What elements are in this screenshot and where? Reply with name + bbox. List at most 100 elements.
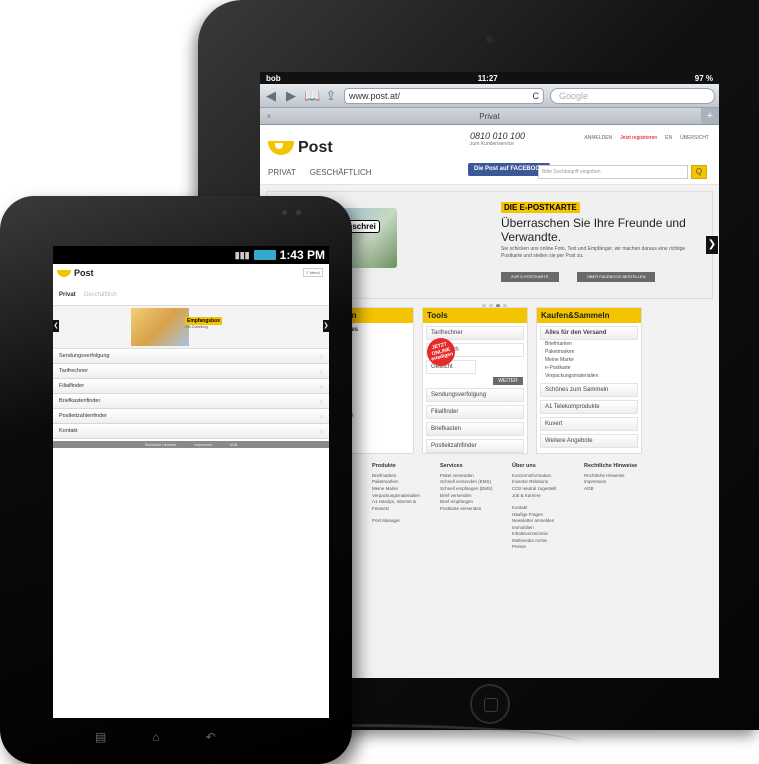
- posthorn-icon: [57, 269, 71, 277]
- url-text: www.post.at/: [349, 90, 401, 101]
- list-item[interactable]: Sendungsverfolgung ⟩⟩: [53, 349, 329, 364]
- menu-key-icon[interactable]: ▤: [95, 730, 106, 744]
- bookmarks-icon[interactable]: 📖: [304, 89, 320, 102]
- ipad-camera: [486, 36, 493, 43]
- content-columns: Empfangen Online Services Nachsenden Pos…: [308, 307, 642, 454]
- tab-close-icon[interactable]: ×: [260, 112, 278, 121]
- overview-link[interactable]: ÜBERSICHT: [680, 135, 709, 141]
- phone-sub: zum Kundenservice: [470, 141, 514, 147]
- banner-image: [131, 308, 189, 346]
- list-item-label: Briefkastenfinder: [59, 398, 101, 404]
- carousel-next-icon[interactable]: ❯: [706, 236, 718, 254]
- android-clock: 1:43 PM: [279, 248, 325, 262]
- link-verpackung[interactable]: Verpackungsmaterialien: [537, 372, 641, 380]
- footer-recht-link[interactable]: Rechtliche Hinweise: [145, 443, 177, 447]
- tab-privat[interactable]: Privat: [278, 112, 701, 121]
- register-link[interactable]: Jetzt registrieren: [620, 135, 657, 141]
- list-item[interactable]: Tarifrechner ⟩⟩: [53, 364, 329, 379]
- tool-briefkasten[interactable]: Briefkasten: [426, 422, 524, 436]
- hero-text: Sie schicken uns online Foto, Text und E…: [501, 246, 686, 259]
- site-search: Bitte Suchbegriff eingeben Q: [538, 165, 707, 179]
- safari-tab-bar: × Privat +: [260, 108, 719, 125]
- tool-filialfinder[interactable]: Filialfinder: [426, 405, 524, 419]
- banner-next-icon[interactable]: ❯: [323, 320, 329, 332]
- footer-services-title: Services: [440, 463, 463, 469]
- footer-link[interactable]: AGB: [584, 486, 637, 493]
- footer-agb-link[interactable]: AGB: [230, 443, 237, 447]
- list-item[interactable]: Kontakt ⟩⟩: [53, 424, 329, 439]
- link-meine-marke[interactable]: Meine Marke: [537, 356, 641, 364]
- chevron-icon: ⟩⟩: [319, 398, 323, 404]
- footer-link[interactable]: Schnell empfangen (EMS): [440, 486, 493, 493]
- footer-produkte-title: Produkte: [372, 463, 396, 469]
- versand-heading[interactable]: Alles für den Versand: [540, 326, 638, 340]
- footer-recht-title: Rechtliche Hinweise: [584, 463, 638, 469]
- menu-button[interactable]: ≡ Menü: [303, 268, 323, 277]
- footer-link[interactable]: A1 Handys, Internet & Festnetz: [372, 499, 420, 512]
- hero-tag: DIE E-POSTKARTE: [501, 202, 580, 213]
- footer-ueber-title: Über uns: [512, 463, 536, 469]
- search-icon[interactable]: Q: [691, 165, 707, 179]
- mobile-logo-text: Post: [74, 268, 94, 278]
- link-epostkarte[interactable]: e-Postkarte: [537, 364, 641, 372]
- mobile-tab-geschaeftlich[interactable]: Geschäftlich: [84, 292, 117, 305]
- tool-sendungsverfolgung[interactable]: Sendungsverfolgung: [426, 388, 524, 402]
- list-item[interactable]: Briefkastenfinder ⟩⟩: [53, 394, 329, 409]
- weiter-button[interactable]: WEITER: [493, 377, 523, 385]
- url-field[interactable]: www.post.at/ C: [344, 87, 544, 104]
- clock: 11:27: [477, 73, 498, 83]
- kaufen-weitere[interactable]: Weitere Angebote: [540, 434, 638, 448]
- top-links: ANMELDEN Jetzt registrieren EN ÜBERSICHT: [584, 135, 709, 141]
- footer-link[interactable]: Newsletter anmelden: [512, 518, 557, 525]
- ipad-home-button[interactable]: [470, 684, 510, 724]
- link-briefmarken[interactable]: Briefmarken: [537, 340, 641, 348]
- forward-icon[interactable]: ▶: [284, 89, 298, 102]
- back-key-icon[interactable]: ↶: [206, 730, 216, 744]
- kaufen-a1[interactable]: A1 Telekomprodukte: [540, 400, 638, 414]
- footer-col-services: Services Paket versenden Schnell versend…: [440, 463, 493, 512]
- mobile-tab-privat[interactable]: Privat: [59, 292, 76, 305]
- col-tools: Tools Tarifrechner Österreich Gewicht WE…: [422, 307, 528, 454]
- link-paketmarken[interactable]: Paketmarken: [537, 348, 641, 356]
- col-kaufen: Kaufen&Sammeln Alles für den Versand Bri…: [536, 307, 642, 454]
- footer-link[interactable]: Postkarte versenden: [440, 506, 493, 513]
- footer-impressum-link[interactable]: Impressum: [194, 443, 211, 447]
- tablet-camera: [282, 210, 287, 215]
- list-item-label: Tarifrechner: [59, 368, 89, 374]
- chevron-icon: ⟩⟩: [319, 383, 323, 389]
- android-status-bar: ▮▮▮ 1:43 PM: [53, 246, 329, 264]
- mobile-footer: Rechtliche Hinweise Impressum AGB: [53, 441, 329, 448]
- list-item-label: Postleitzahlenfinder: [59, 413, 108, 419]
- android-nav-buttons: ▤ ⌂ ↶: [95, 730, 216, 744]
- footer-link[interactable]: CO2 neutral zugestellt: [512, 486, 557, 493]
- service-phone: 0810 010 100 zum Kundenservice: [470, 131, 525, 147]
- chevron-icon: ⟩⟩: [319, 413, 323, 419]
- reload-icon[interactable]: C: [533, 91, 540, 101]
- back-icon[interactable]: ◀: [264, 89, 278, 102]
- list-item[interactable]: Postleitzahlenfinder ⟩⟩: [53, 409, 329, 424]
- post-logo[interactable]: Post: [268, 139, 333, 157]
- kaufen-kuvert[interactable]: Kuvert: [540, 417, 638, 431]
- footer-link[interactable]: Post Manager: [372, 518, 420, 525]
- share-icon[interactable]: ⇪: [324, 89, 338, 102]
- mobile-post-logo[interactable]: Post: [57, 268, 94, 278]
- banner-prev-icon[interactable]: ❮: [53, 320, 59, 332]
- footer-link[interactable]: Presse: [512, 544, 557, 551]
- epostkarte-button[interactable]: ZUR E-POSTKARTE: [501, 272, 559, 282]
- login-link[interactable]: ANMELDEN: [584, 135, 612, 141]
- tool-plzfinder[interactable]: Postleitzahlfinder: [426, 439, 524, 453]
- site-search-input[interactable]: Bitte Suchbegriff eingeben: [538, 165, 688, 179]
- home-key-icon[interactable]: ⌂: [152, 730, 159, 744]
- mobile-header: Post ≡ Menü: [53, 264, 329, 292]
- stage: bob 11:27 97 % ◀ ▶ 📖 ⇪ www.post.at/ C Go…: [0, 0, 759, 764]
- list-item[interactable]: Filialfinder ⟩⟩: [53, 379, 329, 394]
- facebook-order-button[interactable]: ÜBER FACEBOOK BESTELLEN: [577, 272, 656, 282]
- nav-privat[interactable]: PRIVAT: [268, 168, 296, 177]
- signal-icon: ▮▮▮: [234, 249, 250, 260]
- kaufen-sammeln[interactable]: Schönes zum Sammeln: [540, 383, 638, 397]
- tablet-screen: ▮▮▮ 1:43 PM Post ≡ Menü Privat Geschäftl…: [53, 246, 329, 718]
- nav-geschaeftlich[interactable]: GESCHÄFTLICH: [310, 168, 372, 177]
- language-link[interactable]: EN: [665, 135, 672, 141]
- google-search-field[interactable]: Google: [550, 87, 715, 104]
- new-tab-button[interactable]: +: [701, 108, 719, 124]
